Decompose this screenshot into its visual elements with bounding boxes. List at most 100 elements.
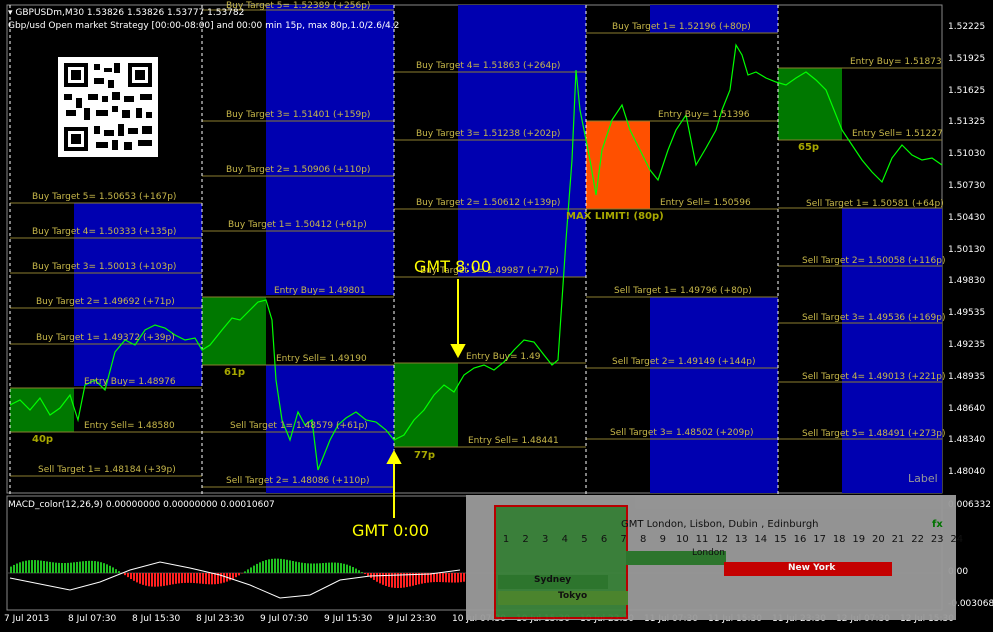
session-hour: 3 xyxy=(542,534,549,545)
gmt8-annotation: GMT 8:00 xyxy=(414,257,491,276)
macd-bar xyxy=(235,573,237,578)
macd-bar xyxy=(436,573,438,583)
session-hour: 6 xyxy=(600,534,608,545)
macd-bar xyxy=(178,573,180,584)
macd-bar xyxy=(454,573,456,583)
macd-bar xyxy=(292,561,294,573)
macd-bar xyxy=(223,573,225,583)
macd-bar xyxy=(334,562,336,573)
macd-bar xyxy=(193,573,195,584)
session-hour: 10 xyxy=(676,534,689,545)
macd-bar xyxy=(256,563,258,573)
price-tick: 1.50730 xyxy=(948,181,986,191)
macd-bar xyxy=(199,573,201,584)
macd-bar xyxy=(160,573,162,587)
level-label: Buy Target 3= 1.51238 (+202p) xyxy=(416,129,561,139)
macd-bar xyxy=(379,573,381,584)
session-hour: 21 xyxy=(891,534,905,545)
session-hour: 8 xyxy=(640,534,647,545)
price-tick: 1.51625 xyxy=(948,85,986,96)
fx-icon[interactable]: fx xyxy=(932,519,943,530)
entry-zone-day3 xyxy=(394,363,458,447)
macd-bar xyxy=(142,573,144,585)
macd-bar xyxy=(463,573,465,582)
level-label: Entry Sell= 1.50596 xyxy=(660,198,751,208)
macd-bar xyxy=(40,560,42,573)
level-label: Buy Target 5= 1.52389 (+256p) xyxy=(226,1,371,11)
price-tick: 1.48935 xyxy=(948,371,986,382)
macd-bar xyxy=(169,573,171,585)
macd-bar xyxy=(73,562,75,573)
macd-bar xyxy=(148,573,150,587)
price-tick: 1.49830 xyxy=(948,276,986,287)
macd-bar xyxy=(259,562,261,573)
level-label: Entry Buy= 1.51396 xyxy=(658,110,750,120)
sell-zone-day4 xyxy=(650,297,778,493)
macd-bar xyxy=(67,562,69,573)
macd-bar xyxy=(16,563,18,573)
macd-bar xyxy=(55,562,57,573)
macd-bar xyxy=(85,560,87,573)
entry-zone-day1 xyxy=(10,388,74,432)
session-hour: 11 xyxy=(695,534,709,545)
session-hour: 19 xyxy=(852,534,866,545)
macd-bar xyxy=(355,568,357,573)
macd-bar xyxy=(34,560,36,573)
macd-bar xyxy=(262,561,264,573)
price-tick: 1.49535 xyxy=(948,308,986,319)
macd-bar xyxy=(265,560,267,573)
level-label: Sell Target 2= 1.49149 (+144p) xyxy=(612,357,756,367)
macd-bar xyxy=(373,573,375,580)
macd-bar xyxy=(22,561,24,573)
macd-bar xyxy=(337,562,339,573)
level-label: Buy Target 5= 1.50653 (+167p) xyxy=(32,192,177,202)
macd-bar xyxy=(352,567,354,573)
session-title: GMT London, Lisbon, Dubin , Edinburgh xyxy=(621,519,819,530)
time-tick: 9 Jul 23:30 xyxy=(388,614,437,624)
sell-zone-day5 xyxy=(842,208,942,493)
macd-bar xyxy=(43,560,45,573)
time-tick: 7 Jul 2013 xyxy=(4,614,50,624)
level-label: Sell Target 2= 1.48086 (+110p) xyxy=(226,476,370,486)
time-tick: 9 Jul 07:30 xyxy=(260,614,309,624)
level-label: Buy Target 2= 1.50906 (+110p) xyxy=(226,165,371,175)
macd-title: MACD_color(12,26,9) 0.00000000 0.0000000… xyxy=(8,500,275,510)
macd-bar xyxy=(328,562,330,573)
range-pips: 65p xyxy=(798,142,820,153)
level-label: Buy Target 1= 1.50412 (+61p) xyxy=(228,220,367,230)
session-hour: 2 xyxy=(522,534,529,545)
max-limit-label: MAX LIMIT! (80p) xyxy=(566,211,664,222)
macd-bar xyxy=(190,573,192,583)
price-tick: 1.51030 xyxy=(948,149,986,160)
macd-bar xyxy=(250,567,252,573)
macd-bar xyxy=(94,561,96,573)
macd-bar xyxy=(445,573,447,583)
macd-bar xyxy=(151,573,153,587)
london-label: London xyxy=(692,548,725,558)
price-tick: 1.48340 xyxy=(948,435,986,446)
macd-bar xyxy=(367,573,369,577)
macd-bar xyxy=(295,561,297,573)
macd-bar xyxy=(184,573,186,583)
label-text: Label xyxy=(908,472,938,485)
macd-bar xyxy=(307,563,309,573)
level-label: Sell Target 4= 1.49013 (+221p) xyxy=(802,372,946,382)
sydney-label: Sydney xyxy=(534,575,572,585)
level-label: Sell Target 1= 1.49796 (+80p) xyxy=(614,286,752,296)
strategy-subtitle: Gbp/usd Open market Strategy [00:00-08:0… xyxy=(8,21,400,31)
macd-bar xyxy=(31,560,33,573)
session-hour: 13 xyxy=(734,534,748,545)
price-tick: 1.49235 xyxy=(948,340,986,350)
macd-bar xyxy=(457,573,459,583)
macd-bar xyxy=(439,573,441,583)
session-hour: 15 xyxy=(774,534,787,545)
session-hour: 1 xyxy=(502,534,510,545)
macd-bar xyxy=(286,559,288,573)
range-pips: 61p xyxy=(224,367,246,378)
level-label: Buy Target 1= 1.52196 (+80p) xyxy=(612,22,751,32)
macd-bar xyxy=(103,563,105,573)
macd-bar xyxy=(319,563,321,573)
macd-bar xyxy=(127,573,129,578)
session-hour: 22 xyxy=(911,534,924,545)
session-panel[interactable]: GMT London, Lisbon, Dubin , Edinburgh fx… xyxy=(466,495,956,620)
